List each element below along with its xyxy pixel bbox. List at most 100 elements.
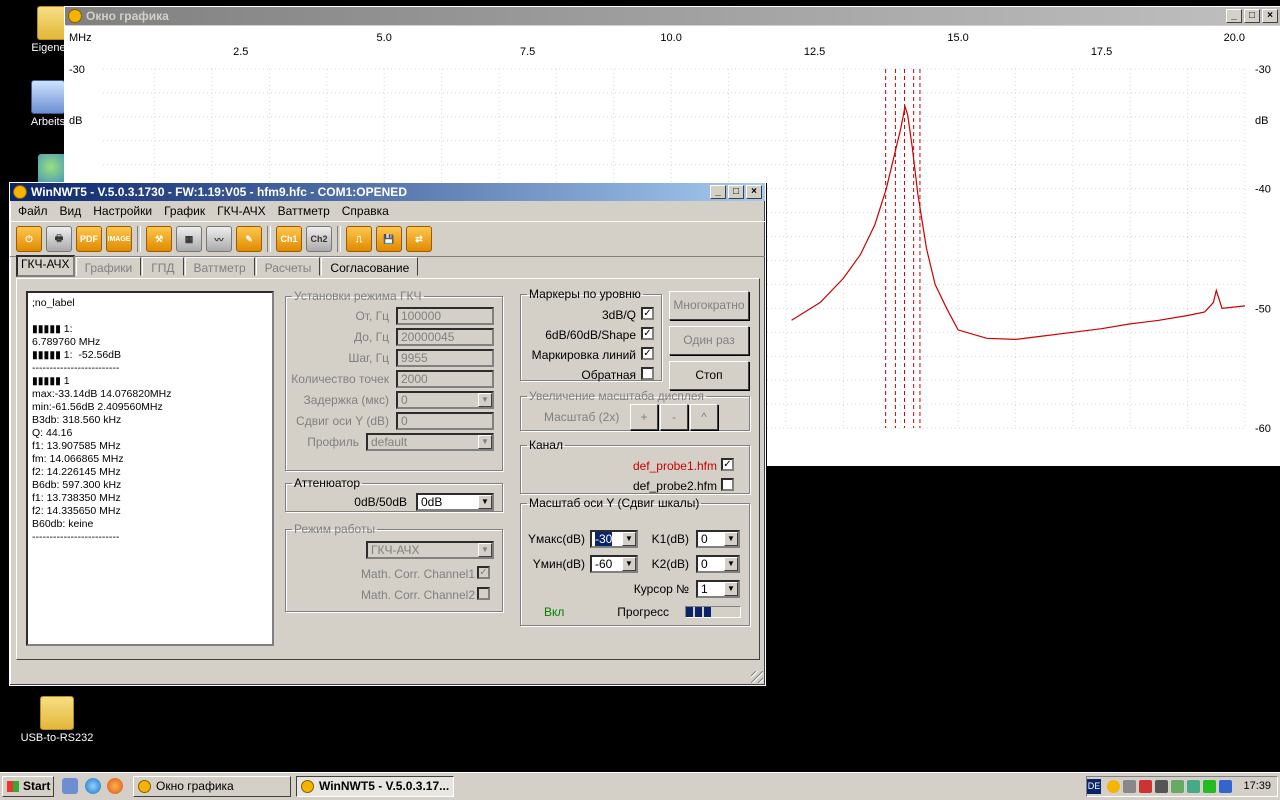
tab-wattmeter[interactable]: Ваттметр: [184, 257, 255, 276]
chevron-down-icon: ▼: [478, 495, 492, 509]
points-field[interactable]: 2000: [396, 370, 494, 388]
series-line: [791, 104, 1246, 341]
quicklaunch-desktop-icon[interactable]: [62, 778, 78, 794]
security-tray-icon[interactable]: [1155, 780, 1168, 793]
save-icon[interactable]: 💾: [376, 226, 402, 252]
ch1-icon[interactable]: Ch1: [276, 226, 302, 252]
network-tray-icon[interactable]: [1187, 780, 1200, 793]
marker-6db-label: 6dB/60dB/Shape: [545, 328, 636, 342]
swap-icon[interactable]: ⇄: [406, 226, 432, 252]
stop-button[interactable]: Стоп: [669, 361, 749, 390]
multi-sweep-button[interactable]: Многократно: [669, 291, 749, 320]
marker-inverse-checkbox[interactable]: [641, 367, 654, 380]
graph-window-titlebar[interactable]: Окно графика _ □ ×: [65, 7, 1280, 25]
probe2-checkbox[interactable]: [721, 478, 734, 491]
start-button[interactable]: Start: [2, 776, 54, 797]
corr2-checkbox[interactable]: [477, 587, 490, 600]
ch2-icon[interactable]: Ch2: [306, 226, 332, 252]
measurement-info-text[interactable]: ;no_label ▮▮▮▮▮ 1: 6.789760 MHz ▮▮▮▮▮ 1:…: [26, 291, 274, 646]
task-graph-window[interactable]: Окно графика: [133, 776, 291, 797]
ymax-select[interactable]: -30 ▼: [590, 530, 638, 548]
image-icon[interactable]: IMAGE: [106, 226, 132, 252]
tab-calculations[interactable]: Расчеты: [255, 257, 321, 276]
menu-graph[interactable]: График: [158, 204, 211, 218]
step-field[interactable]: 9955: [396, 349, 494, 367]
zoom-minus-button[interactable]: -: [660, 404, 688, 430]
app-icon: [301, 780, 314, 793]
menu-settings[interactable]: Настройки: [87, 204, 158, 218]
tools-icon[interactable]: ⚒: [146, 226, 172, 252]
markers-legend: Маркеры по уровню: [529, 287, 641, 301]
graph-window-title: Окно графика: [86, 9, 169, 23]
attenuator-label: 0dB/50dB: [354, 495, 407, 509]
cursor-select[interactable]: 1 ▼: [696, 580, 740, 598]
folder-icon: [40, 696, 74, 730]
update-tray-icon[interactable]: [1171, 780, 1184, 793]
corr2-label: Math. Corr. Channel2: [360, 588, 475, 602]
y-tick-label-right: -30: [1255, 64, 1271, 76]
maximize-button[interactable]: □: [728, 185, 744, 199]
zoom-up-button[interactable]: ^: [690, 404, 718, 430]
main-window-titlebar[interactable]: WinNWT5 - V.5.0.3.1730 - FW:1.19:V05 - h…: [10, 183, 765, 201]
quicklaunch-ie-icon[interactable]: [85, 778, 101, 794]
menu-view[interactable]: Вид: [54, 204, 88, 218]
progress-bar-fill: [686, 607, 713, 617]
to-field[interactable]: 20000045: [396, 328, 494, 346]
minimize-button[interactable]: _: [1226, 9, 1242, 23]
k1-select[interactable]: 0 ▼: [696, 530, 740, 548]
tab-vfo[interactable]: ГПД: [142, 257, 184, 276]
marker-lines-checkbox[interactable]: ✓: [641, 347, 654, 360]
desktop-icon-usb[interactable]: USB-to-RS232: [17, 696, 97, 744]
tab-graphs[interactable]: Графики: [75, 257, 142, 276]
marker-3db-checkbox[interactable]: ✓: [641, 307, 654, 320]
language-indicator[interactable]: DE: [1087, 779, 1101, 794]
ymin-select[interactable]: -60 ▼: [590, 555, 638, 573]
clock[interactable]: 17:39: [1243, 780, 1271, 792]
tab-matching[interactable]: Согласование: [321, 257, 419, 276]
task-main-window[interactable]: WinNWT5 - V.5.0.3.17...: [296, 776, 454, 797]
close-button[interactable]: ×: [746, 185, 762, 199]
tools-tray-icon[interactable]: [1123, 780, 1136, 793]
maximize-button[interactable]: □: [1244, 9, 1260, 23]
quicklaunch-firefox-icon[interactable]: [107, 778, 123, 794]
menu-help[interactable]: Справка: [336, 204, 395, 218]
sweep-icon[interactable]: ⎍: [346, 226, 372, 252]
tab-sweep[interactable]: ГКЧ-АЧХ: [16, 255, 75, 277]
minimize-button[interactable]: _: [710, 185, 726, 199]
monitor-tray-icon[interactable]: [1219, 780, 1232, 793]
chevron-down-icon: ▼: [478, 543, 492, 557]
toolbar-separator: [267, 226, 271, 252]
menu-sweep[interactable]: ГКЧ-АЧХ: [211, 204, 272, 218]
k2-select[interactable]: 0 ▼: [696, 555, 740, 573]
menu-file[interactable]: Файл: [12, 204, 54, 218]
single-sweep-button[interactable]: Один раз: [669, 326, 749, 355]
marker-6db-checkbox[interactable]: ✓: [641, 327, 654, 340]
corr1-checkbox[interactable]: ✓: [477, 566, 490, 579]
probe-icon[interactable]: ✎: [236, 226, 262, 252]
print-icon[interactable]: 🖶: [46, 226, 72, 252]
from-field[interactable]: 100000: [396, 307, 494, 325]
close-button[interactable]: ×: [1262, 9, 1278, 23]
channel-legend: Канал: [529, 438, 563, 452]
zoom-legend: Увеличение масштаба дисплея: [529, 389, 705, 403]
mode-legend: Режим работы: [294, 522, 376, 536]
menu-wattmeter[interactable]: Ваттметр: [272, 204, 336, 218]
probe1-checkbox[interactable]: ✓: [721, 458, 734, 471]
yshift-field[interactable]: 0: [396, 412, 494, 430]
app-icon: [68, 9, 82, 23]
chart-icon[interactable]: 〰: [206, 226, 232, 252]
winnwt-tray-icon[interactable]: [1107, 780, 1120, 793]
delay-select[interactable]: 0 ▼: [396, 391, 494, 409]
zoom-plus-button[interactable]: +: [630, 404, 658, 430]
profile-select[interactable]: default ▼: [366, 433, 494, 451]
attenuator-select[interactable]: 0dB ▼: [416, 493, 494, 511]
grid-icon[interactable]: ▦: [176, 226, 202, 252]
resize-grip-icon[interactable]: [751, 671, 763, 683]
chevron-down-icon: ▼: [724, 557, 738, 571]
power-icon[interactable]: ⏻: [16, 226, 42, 252]
pdf-icon[interactable]: PDF: [76, 226, 102, 252]
shield-tray-icon[interactable]: [1139, 780, 1152, 793]
x-tick-label: 10.0: [660, 32, 681, 44]
wifi-tray-icon[interactable]: [1203, 780, 1216, 793]
mode-select[interactable]: ГКЧ-АЧХ ▼: [366, 541, 494, 559]
